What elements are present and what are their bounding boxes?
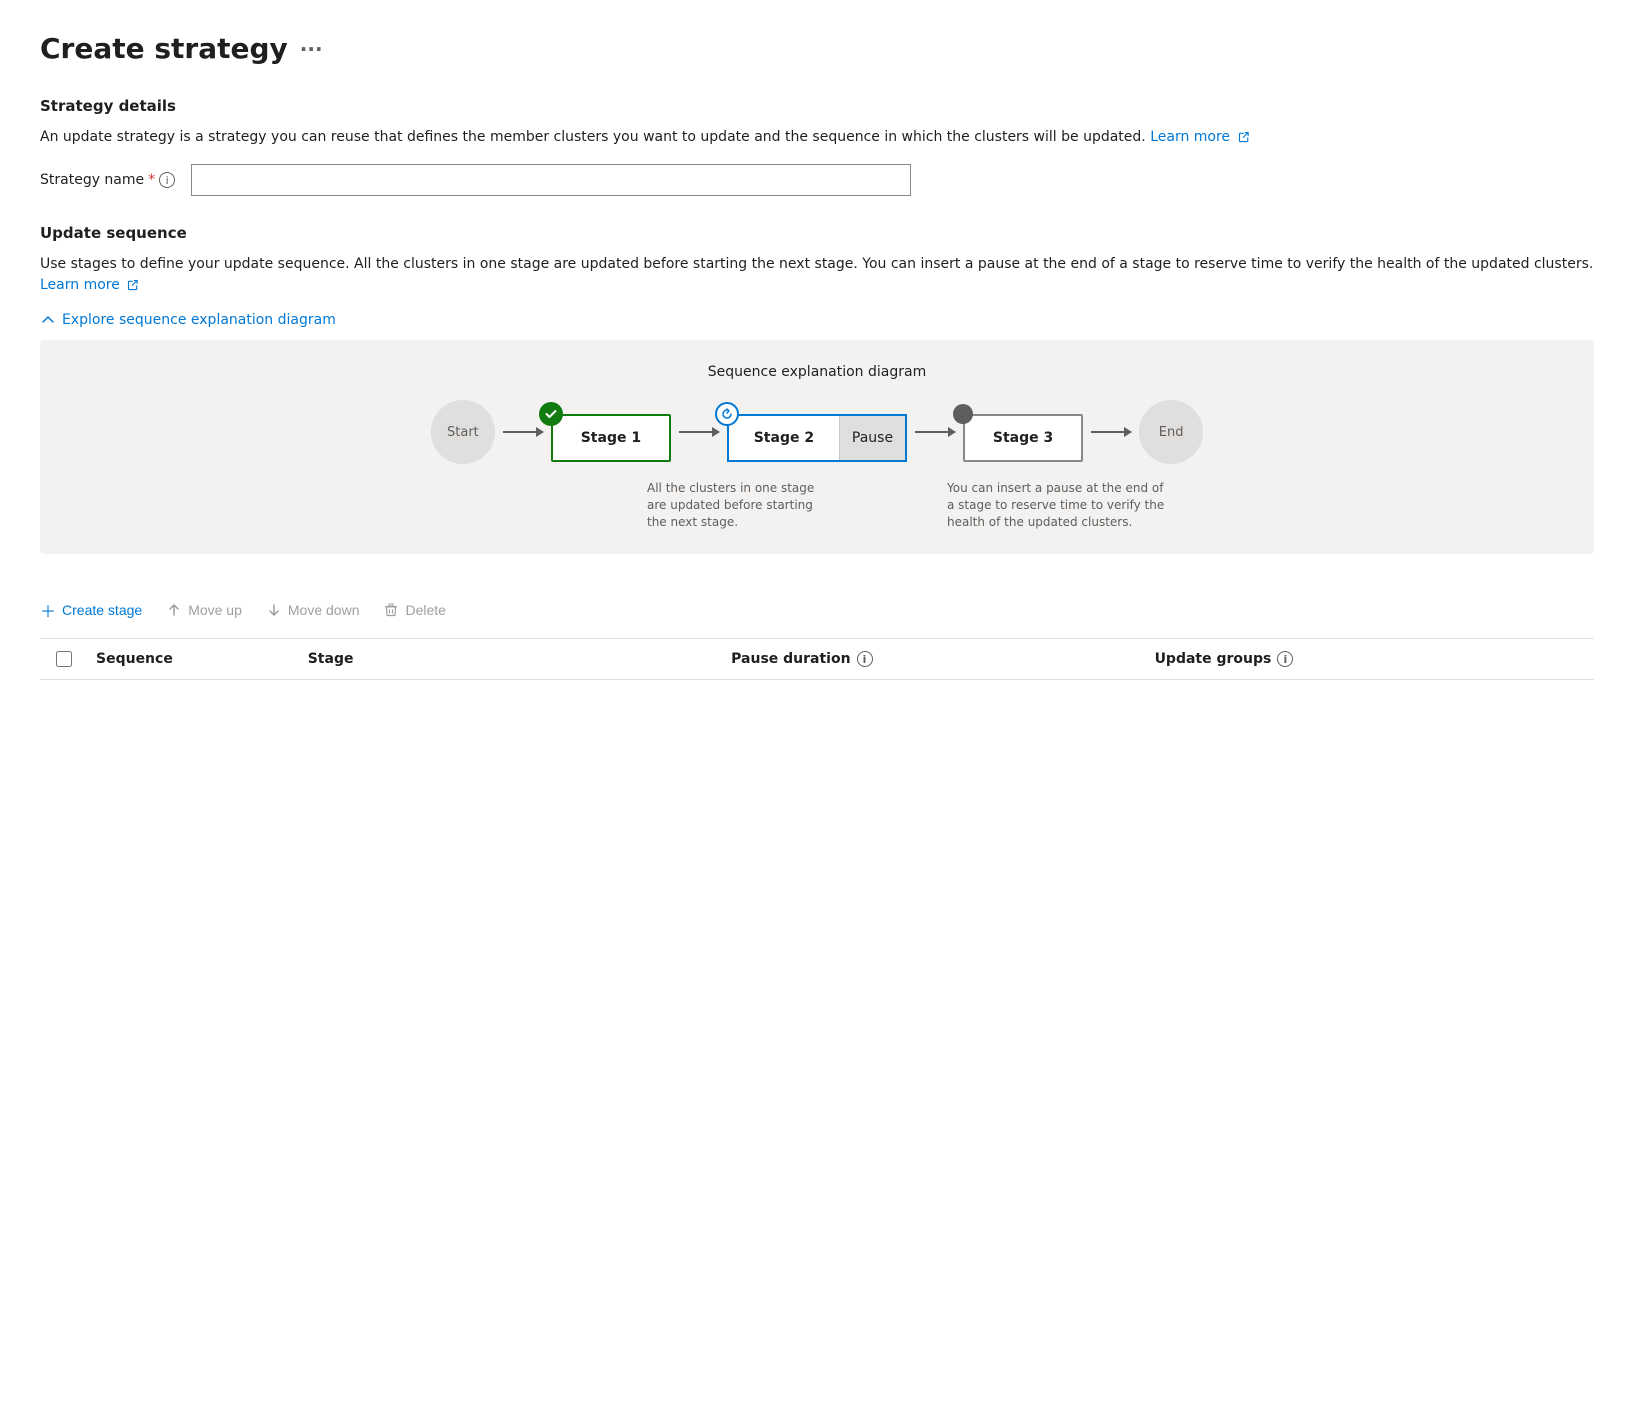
- external-link-icon-2: [127, 279, 139, 291]
- table-header-sequence: Sequence: [96, 651, 308, 667]
- move-up-button[interactable]: Move up: [166, 598, 242, 622]
- move-down-button[interactable]: Move down: [266, 598, 360, 622]
- external-link-icon: [1238, 131, 1250, 143]
- stage-toolbar: ＋ Create stage Move up Move down Delete: [40, 582, 1594, 639]
- update-groups-info-icon: i: [1277, 651, 1293, 667]
- table-header-checkbox-col: [56, 651, 96, 667]
- table-header-stage: Stage: [308, 651, 731, 667]
- stage1-icon: [539, 402, 563, 426]
- table-header: Sequence Stage Pause duration i Update g…: [40, 639, 1594, 680]
- arrow-line-2: [679, 431, 719, 433]
- plus-icon: ＋: [40, 598, 56, 622]
- stage3-box: Stage 3: [963, 414, 1083, 462]
- stage3-icon: [953, 404, 973, 424]
- sync-icon: [721, 408, 733, 420]
- annotation-2: You can insert a pause at the end of a s…: [947, 480, 1167, 530]
- strategy-details-learn-more-link[interactable]: Learn more: [1150, 129, 1249, 145]
- table-header-pause: Pause duration i: [731, 651, 1154, 667]
- chevron-up-icon: [40, 312, 56, 328]
- start-node: Start: [431, 400, 495, 464]
- strategy-name-input[interactable]: [191, 164, 911, 196]
- trash-icon: [383, 602, 399, 618]
- create-stage-button[interactable]: ＋ Create stage: [40, 594, 142, 626]
- arrow-1: [495, 431, 551, 433]
- more-options-button[interactable]: ···: [300, 37, 323, 61]
- stage1-box: Stage 1: [551, 414, 671, 462]
- select-all-checkbox[interactable]: [56, 651, 72, 667]
- explore-diagram-toggle[interactable]: Explore sequence explanation diagram: [40, 312, 1594, 328]
- update-sequence-learn-more-link[interactable]: Learn more: [40, 277, 139, 293]
- arrow-down-icon: [266, 602, 282, 618]
- arrow-line-1: [503, 431, 543, 433]
- stage2-icon: [715, 402, 739, 426]
- annotation-1: All the clusters in one stage are update…: [647, 480, 827, 530]
- arrow-2: [671, 431, 727, 433]
- strategy-name-info-icon: i: [159, 172, 175, 188]
- update-sequence-section: Update sequence Use stages to define you…: [40, 224, 1594, 680]
- end-node: End: [1139, 400, 1203, 464]
- pause-box: Pause: [839, 416, 905, 460]
- strategy-name-row: Strategy name * i: [40, 164, 1594, 196]
- check-icon: [544, 407, 558, 421]
- stage1-node: Stage 1: [551, 402, 671, 462]
- pause-duration-info-icon: i: [857, 651, 873, 667]
- arrow-line-3: [915, 431, 955, 433]
- sequence-diagram-container: Sequence explanation diagram Start S: [40, 340, 1594, 554]
- strategy-details-title: Strategy details: [40, 97, 1594, 115]
- start-circle: Start: [431, 400, 495, 464]
- end-circle: End: [1139, 400, 1203, 464]
- arrow-3: [907, 431, 963, 433]
- stage2-box: Stage 2: [729, 416, 839, 460]
- arrow-line-4: [1091, 431, 1131, 433]
- stage2-node: Stage 2 Pause: [727, 402, 907, 462]
- update-sequence-title: Update sequence: [40, 224, 1594, 242]
- page-title-container: Create strategy ···: [40, 32, 1594, 65]
- strategy-name-label: Strategy name * i: [40, 172, 175, 188]
- table-header-update: Update groups i: [1155, 651, 1578, 667]
- diagram-title: Sequence explanation diagram: [72, 364, 1562, 380]
- delete-button[interactable]: Delete: [383, 598, 445, 622]
- strategy-details-description: An update strategy is a strategy you can…: [40, 127, 1594, 148]
- diagram-flow: Start Stage 1: [72, 400, 1562, 464]
- arrow-up-icon: [166, 602, 182, 618]
- required-indicator: *: [148, 172, 155, 188]
- update-sequence-description: Use stages to define your update sequenc…: [40, 254, 1594, 296]
- stage3-node: Stage 3: [963, 402, 1083, 462]
- arrow-4: [1083, 431, 1139, 433]
- strategy-details-section: Strategy details An update strategy is a…: [40, 97, 1594, 196]
- page-title: Create strategy: [40, 32, 288, 65]
